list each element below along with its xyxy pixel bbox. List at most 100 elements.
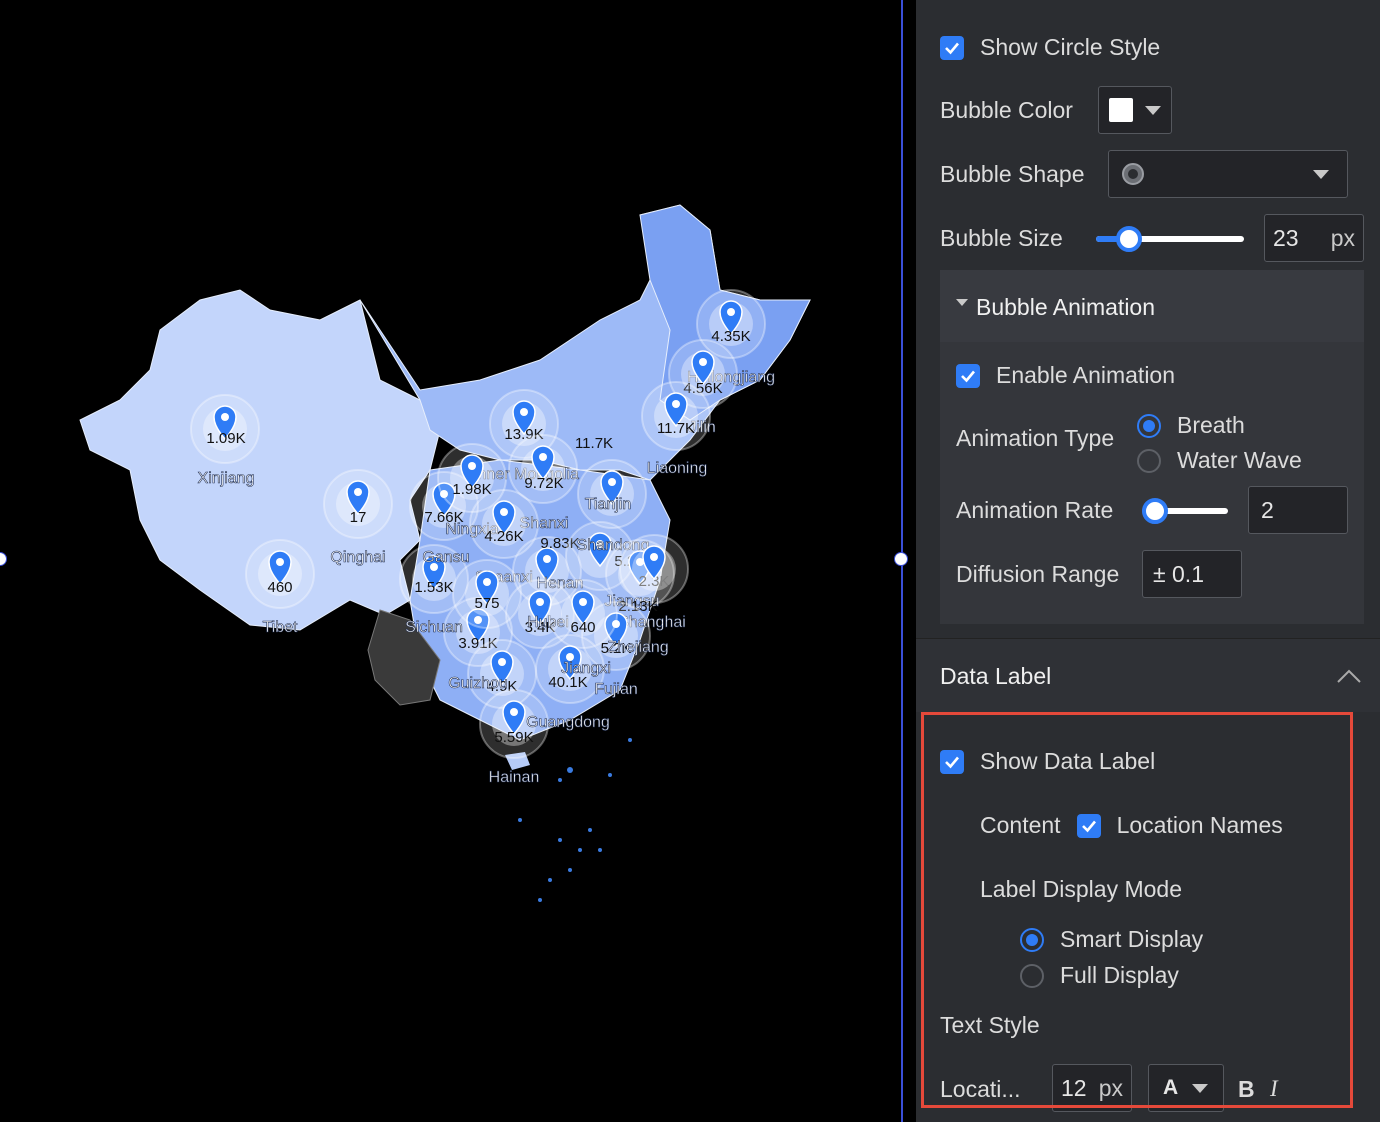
diffusion-range-value: ± 0.1 <box>1153 560 1204 587</box>
bubble-size-slider[interactable] <box>1096 226 1244 252</box>
region-name-label: Liaoning <box>647 460 708 477</box>
region-name-label: Sichuan <box>405 619 463 636</box>
enable-animation-label: Enable Animation <box>996 362 1176 388</box>
animation-type-option-water-wave[interactable]: Water Wave <box>1137 447 1302 474</box>
region-name-label: Gansu <box>422 549 469 566</box>
bubble-value-label: 9.72K <box>524 475 563 492</box>
bubble-color-picker[interactable] <box>1098 86 1172 134</box>
animation-type-label: Animation Type <box>956 425 1115 451</box>
map-canvas[interactable]: 1.09K Xinjiang 460 Tibet 17 Qinghai 1.53K Gansu… <box>0 0 916 1122</box>
bubble-shape-row: Bubble Shape <box>940 161 1085 188</box>
pin-dot <box>354 488 362 496</box>
bubble-value-label: 17 <box>350 509 367 526</box>
bubble-value-label: 460 <box>267 579 292 596</box>
pin-dot <box>520 408 528 416</box>
bubble-size-value: 23 <box>1273 224 1299 251</box>
pin-dot <box>650 553 658 561</box>
region-name-label: Xinjiang <box>198 470 255 487</box>
china-bubble-map: 1.09K Xinjiang 460 Tibet 17 Qinghai 1.53K Gansu… <box>79 204 811 902</box>
region-name-label: Guangdong <box>526 714 610 731</box>
map-bubble[interactable]: 17 Qinghai <box>323 469 393 566</box>
water-wave-radio[interactable] <box>1137 448 1161 473</box>
pin-dot <box>543 555 551 563</box>
show-circle-style-label: Show Circle Style <box>980 34 1161 60</box>
region-name-label: Qinghai <box>330 549 385 566</box>
data-label-title: Data Label <box>940 663 1052 689</box>
pin-dot <box>500 508 508 516</box>
slider-thumb[interactable] <box>1142 498 1168 524</box>
caret-down-icon <box>956 299 968 306</box>
chevron-up-icon[interactable] <box>1336 668 1362 684</box>
bubble-value-label: 640 <box>570 619 595 636</box>
enable-animation-checkbox[interactable] <box>956 363 980 388</box>
bubble-animation-title-row[interactable]: Bubble Animation <box>956 294 1155 321</box>
bubble-value-label: 5.59K <box>494 729 533 746</box>
pin-dot <box>276 558 284 566</box>
animation-rate-slider[interactable] <box>1142 498 1228 524</box>
bubble-size-row: Bubble Size <box>940 225 1063 252</box>
region-name-label: Tianjin <box>585 496 632 513</box>
region-name-label: Hainan <box>489 769 540 786</box>
data-label-title-row[interactable]: Data Label <box>940 663 1051 690</box>
show-circle-style-row[interactable]: Show Circle Style <box>940 34 1160 61</box>
pin-dot <box>536 598 544 606</box>
bubble-value-label: 11.7K <box>657 420 695 437</box>
show-circle-style-checkbox[interactable] <box>940 35 964 60</box>
region-name-label: Guizhou <box>448 675 508 692</box>
pin-dot <box>672 400 680 408</box>
pin-dot <box>608 478 616 486</box>
diffusion-range-input[interactable]: ± 0.1 <box>1142 550 1242 598</box>
bubble-shape-label: Bubble Shape <box>940 161 1085 187</box>
breath-radio[interactable] <box>1137 413 1161 438</box>
bubble-value-label: 1.98K <box>452 481 491 498</box>
highlight-box <box>921 712 1353 1108</box>
map-bubble[interactable]: Hainan <box>488 769 540 787</box>
bubble-value-label: 575 <box>474 595 499 612</box>
resize-handle-right[interactable] <box>894 552 908 566</box>
pin-dot <box>498 658 506 666</box>
slider-thumb[interactable] <box>1115 226 1142 252</box>
map-bubble[interactable]: 11.7K Liaoning <box>641 381 711 477</box>
color-swatch <box>1109 98 1133 122</box>
region-name-label: Fujian <box>594 681 638 698</box>
circle-shape-icon <box>1122 163 1144 185</box>
bubble-size-label: Bubble Size <box>940 225 1063 251</box>
bubble-value-label: 1.09K <box>206 430 245 447</box>
bubble-shape-select[interactable] <box>1108 150 1348 198</box>
map-bubble[interactable]: 1.98K <box>437 443 507 513</box>
pin-dot <box>483 578 491 586</box>
pin-dot <box>699 358 707 366</box>
bubble-value-label: 11.7K <box>575 435 613 452</box>
animation-type-option-breath[interactable]: Breath <box>1137 412 1245 439</box>
chevron-down-icon <box>1313 169 1329 179</box>
animation-rate-input[interactable]: 2 <box>1248 486 1348 534</box>
region-name-label: Zhejiang <box>607 639 668 656</box>
map-bubble[interactable]: 1.09K Xinjiang <box>190 394 260 487</box>
bubble-color-label: Bubble Color <box>940 97 1073 123</box>
enable-animation-row[interactable]: Enable Animation <box>956 362 1175 389</box>
pin-dot <box>539 453 547 461</box>
animation-rate-label: Animation Rate <box>956 497 1114 523</box>
pin-dot <box>221 413 229 421</box>
water-wave-label: Water Wave <box>1177 447 1302 473</box>
diffusion-range-row: Diffusion Range <box>956 561 1119 588</box>
breath-label: Breath <box>1177 412 1245 438</box>
bubble-size-unit: px <box>1330 224 1355 251</box>
check-icon <box>945 42 959 54</box>
bubble-size-input[interactable]: 23 px <box>1264 214 1364 262</box>
diffusion-range-label: Diffusion Range <box>956 561 1120 587</box>
map-bubble[interactable]: 575 <box>452 559 522 629</box>
region-name-label: Jiangxi <box>561 660 611 677</box>
pin-dot <box>579 598 587 606</box>
animation-type-row: Animation Type <box>956 425 1114 452</box>
pin-dot <box>727 308 735 316</box>
check-icon <box>961 370 975 382</box>
chevron-down-icon <box>1145 105 1161 115</box>
bubble-value-label: 4.26K <box>484 528 523 545</box>
pin-dot <box>510 708 518 716</box>
animation-rate-row: Animation Rate <box>956 497 1113 524</box>
south-sea-islands <box>518 738 632 902</box>
animation-rate-value: 2 <box>1261 496 1274 523</box>
bubble-color-row: Bubble Color <box>940 97 1073 124</box>
pin-dot <box>468 462 476 470</box>
